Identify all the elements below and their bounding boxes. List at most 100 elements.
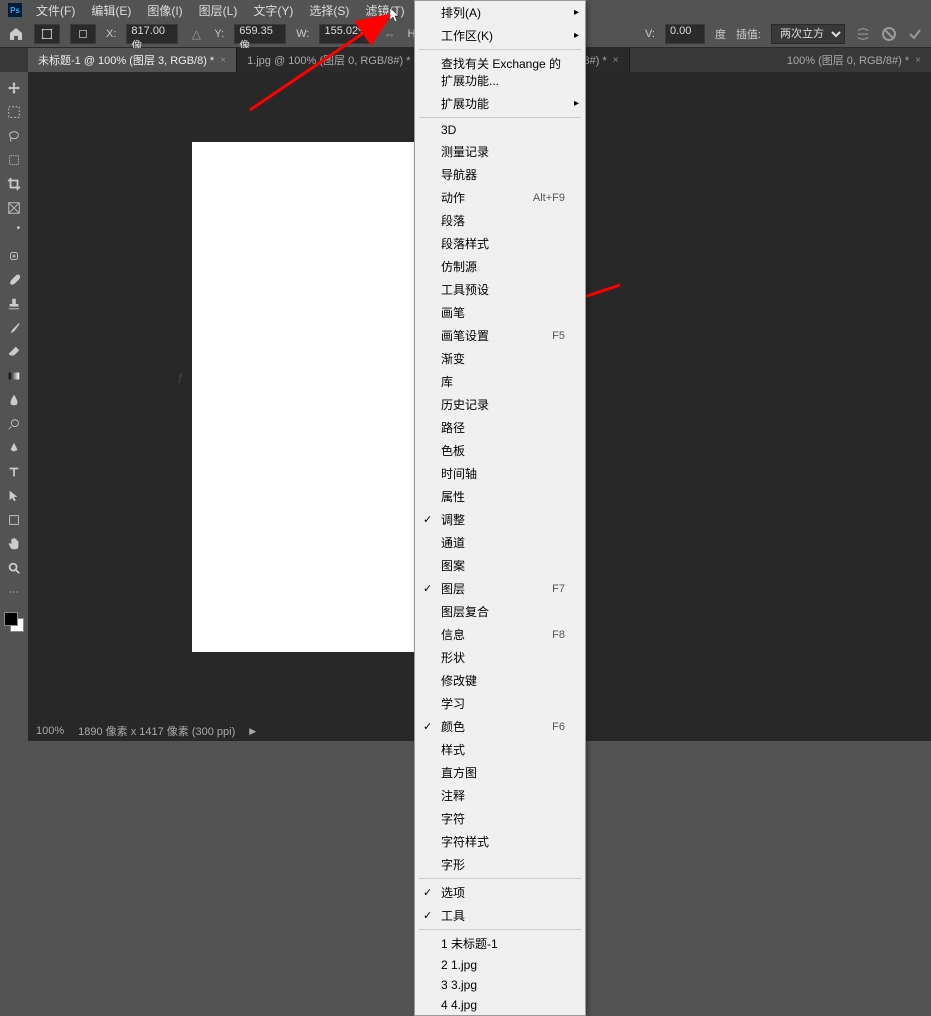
canvas[interactable] bbox=[192, 142, 422, 652]
tab-doc-1[interactable]: 未标题-1 @ 100% (图层 3, RGB/8) *× bbox=[28, 48, 237, 72]
menu-item-1[interactable]: 工作区(K) bbox=[415, 24, 585, 47]
quick-select-tool[interactable] bbox=[2, 148, 26, 172]
hand-tool[interactable] bbox=[2, 532, 26, 556]
check-icon: ✓ bbox=[423, 582, 432, 595]
eraser-tool[interactable] bbox=[2, 340, 26, 364]
menu-item-32[interactable]: ✓颜色F6 bbox=[415, 715, 585, 738]
tab-doc-2[interactable]: 1.jpg @ 100% (图层 0, RGB/8#) *× bbox=[237, 48, 433, 72]
shape-tool[interactable] bbox=[2, 508, 26, 532]
crop-tool[interactable] bbox=[2, 172, 26, 196]
lasso-tool[interactable] bbox=[2, 124, 26, 148]
menu-item-22[interactable]: 属性 bbox=[415, 485, 585, 508]
menu-item-12[interactable]: 仿制源 bbox=[415, 255, 585, 278]
menu-item-44[interactable]: 2 1.jpg bbox=[415, 955, 585, 975]
menu-item-30[interactable]: 修改键 bbox=[415, 669, 585, 692]
fg-color[interactable] bbox=[4, 612, 18, 626]
menu-item-label: 段落样式 bbox=[441, 235, 489, 252]
triangle-icon[interactable]: △ bbox=[188, 26, 204, 42]
menu-item-27[interactable]: 图层复合 bbox=[415, 600, 585, 623]
w-input[interactable]: 155.02% bbox=[319, 24, 371, 44]
menu-item-38[interactable]: 字形 bbox=[415, 853, 585, 876]
menu-item-18[interactable]: 历史记录 bbox=[415, 393, 585, 416]
menu-item-36[interactable]: 字符 bbox=[415, 807, 585, 830]
menu-item-43[interactable]: 1 未标题-1 bbox=[415, 932, 585, 955]
menu-item-29[interactable]: 形状 bbox=[415, 646, 585, 669]
menu-item-19[interactable]: 路径 bbox=[415, 416, 585, 439]
eyedropper-tool[interactable] bbox=[2, 220, 26, 244]
menu-type[interactable]: 文字(Y) bbox=[245, 0, 301, 21]
menu-item-40[interactable]: ✓选项 bbox=[415, 881, 585, 904]
menu-item-0[interactable]: 排列(A) bbox=[415, 1, 585, 24]
menu-item-26[interactable]: ✓图层F7 bbox=[415, 577, 585, 600]
interp-select[interactable]: 两次立方 bbox=[771, 24, 845, 44]
menu-item-41[interactable]: ✓工具 bbox=[415, 904, 585, 927]
menu-item-21[interactable]: 时间轴 bbox=[415, 462, 585, 485]
marquee-tool[interactable] bbox=[2, 100, 26, 124]
toolbox: ⋯ bbox=[0, 72, 28, 721]
dodge-tool[interactable] bbox=[2, 412, 26, 436]
history-brush-tool[interactable] bbox=[2, 316, 26, 340]
menu-file[interactable]: 文件(F) bbox=[28, 0, 83, 21]
menu-item-13[interactable]: 工具预设 bbox=[415, 278, 585, 301]
y-input[interactable]: 659.35 像 bbox=[234, 24, 286, 44]
color-swatches[interactable] bbox=[4, 612, 24, 632]
menu-item-4[interactable]: 扩展功能 bbox=[415, 92, 585, 115]
menu-item-35[interactable]: 注释 bbox=[415, 784, 585, 807]
menu-select[interactable]: 选择(S) bbox=[301, 0, 357, 21]
menu-item-20[interactable]: 色板 bbox=[415, 439, 585, 462]
menu-item-7[interactable]: 测量记录 bbox=[415, 140, 585, 163]
menu-item-24[interactable]: 通道 bbox=[415, 531, 585, 554]
menu-item-14[interactable]: 画笔 bbox=[415, 301, 585, 324]
blur-tool[interactable] bbox=[2, 388, 26, 412]
menu-item-3[interactable]: 查找有关 Exchange 的扩展功能... bbox=[415, 52, 585, 92]
x-input[interactable]: 817.00 像 bbox=[126, 24, 178, 44]
ruler-mark: f bbox=[178, 370, 182, 386]
frame-tool[interactable] bbox=[2, 196, 26, 220]
zoom-tool[interactable] bbox=[2, 556, 26, 580]
menu-item-11[interactable]: 段落样式 bbox=[415, 232, 585, 255]
menu-filter[interactable]: 滤镜(T) bbox=[357, 0, 412, 21]
menu-item-25[interactable]: 图案 bbox=[415, 554, 585, 577]
move-tool[interactable] bbox=[2, 76, 26, 100]
menu-item-31[interactable]: 学习 bbox=[415, 692, 585, 715]
menu-image[interactable]: 图像(I) bbox=[139, 0, 190, 21]
menu-item-28[interactable]: 信息F8 bbox=[415, 623, 585, 646]
stamp-tool[interactable] bbox=[2, 292, 26, 316]
menu-item-23[interactable]: ✓调整 bbox=[415, 508, 585, 531]
pen-tool[interactable] bbox=[2, 436, 26, 460]
menu-item-8[interactable]: 导航器 bbox=[415, 163, 585, 186]
menu-item-9[interactable]: 动作Alt+F9 bbox=[415, 186, 585, 209]
v-input[interactable]: 0.00 bbox=[665, 24, 705, 44]
home-icon[interactable] bbox=[8, 26, 24, 42]
link-wh-icon[interactable]: ⇔ bbox=[381, 26, 397, 42]
menu-item-10[interactable]: 段落 bbox=[415, 209, 585, 232]
cancel-icon[interactable] bbox=[881, 26, 897, 42]
transform-reference-icon[interactable] bbox=[34, 24, 60, 44]
menu-item-33[interactable]: 样式 bbox=[415, 738, 585, 761]
type-tool[interactable] bbox=[2, 460, 26, 484]
zoom-level[interactable]: 100% bbox=[36, 725, 64, 737]
close-icon[interactable]: × bbox=[915, 55, 921, 66]
menu-layer[interactable]: 图层(L) bbox=[191, 0, 246, 21]
menu-item-46[interactable]: 4 4.jpg bbox=[415, 995, 585, 1015]
healing-tool[interactable] bbox=[2, 244, 26, 268]
close-icon[interactable]: × bbox=[220, 55, 226, 66]
edit-toolbar[interactable]: ⋯ bbox=[2, 580, 26, 604]
path-select-tool[interactable] bbox=[2, 484, 26, 508]
commit-icon[interactable] bbox=[907, 26, 923, 42]
menu-edit[interactable]: 编辑(E) bbox=[83, 0, 139, 21]
menu-item-15[interactable]: 画笔设置F5 bbox=[415, 324, 585, 347]
tab-doc-4[interactable]: 100% (图层 0, RGB/8#) *× bbox=[777, 48, 931, 72]
close-icon[interactable]: × bbox=[613, 55, 619, 66]
warp-icon[interactable] bbox=[855, 26, 871, 42]
gradient-tool[interactable] bbox=[2, 364, 26, 388]
menu-item-37[interactable]: 字符样式 bbox=[415, 830, 585, 853]
menu-item-45[interactable]: 3 3.jpg bbox=[415, 975, 585, 995]
menu-item-16[interactable]: 渐变 bbox=[415, 347, 585, 370]
chevron-right-icon[interactable]: ▶ bbox=[249, 726, 256, 737]
menu-item-34[interactable]: 直方图 bbox=[415, 761, 585, 784]
transform-origin-icon[interactable] bbox=[70, 24, 96, 44]
menu-item-6[interactable]: 3D bbox=[415, 120, 585, 140]
menu-item-17[interactable]: 库 bbox=[415, 370, 585, 393]
brush-tool[interactable] bbox=[2, 268, 26, 292]
